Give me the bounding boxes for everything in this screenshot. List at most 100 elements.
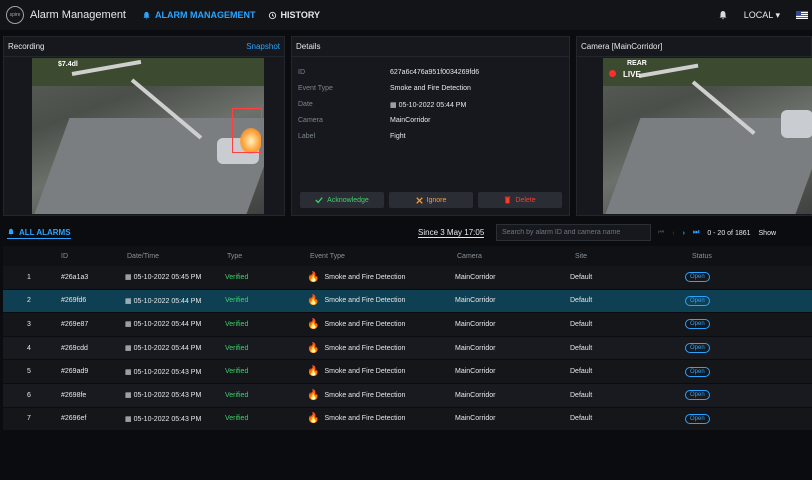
row-number: 5 bbox=[27, 368, 31, 376]
alarm-type: Verified bbox=[225, 415, 249, 423]
snapshot-link[interactable]: Snapshot bbox=[246, 42, 280, 51]
details-header: Details bbox=[292, 37, 569, 57]
fire-icon: 🔥 bbox=[307, 389, 320, 401]
table-row[interactable]: 3 #269e87 ▦ 05-10-2022 05:44 PM Verified 🔥 Sm… bbox=[3, 313, 812, 337]
col-site: Site bbox=[575, 252, 588, 260]
calendar-icon: ▦ bbox=[125, 321, 134, 329]
col-type: Type bbox=[227, 252, 243, 260]
details-panel: Details ID 627a6c476a951f0034269fd6 Even… bbox=[291, 36, 570, 216]
recording-panel: Recording Snapshot $7.4dl bbox=[3, 36, 285, 216]
table-row[interactable]: 5 #269ad9 ▦ 05-10-2022 05:43 PM Verified 🔥 Sm… bbox=[3, 360, 812, 384]
table-header: ID Date/Time Type Event Type Camera Site… bbox=[3, 246, 812, 266]
camera-title: Camera [MainCorridor] bbox=[581, 42, 663, 51]
calendar-icon: ▦ bbox=[125, 345, 134, 353]
next-page-icon[interactable]: › bbox=[683, 230, 685, 237]
nav-history[interactable]: HISTORY bbox=[268, 10, 321, 20]
bell-icon bbox=[143, 11, 150, 20]
nav-alarm-management[interactable]: ALARM MANAGEMENT bbox=[142, 10, 256, 20]
table-row[interactable]: 4 #269cdd ▦ 05-10-2022 05:44 PM Verified 🔥 Sm… bbox=[3, 336, 812, 361]
show-per-page[interactable]: Show bbox=[759, 230, 777, 237]
bell-icon bbox=[8, 228, 14, 236]
detection-box bbox=[232, 108, 262, 153]
col-event-type: Event Type bbox=[310, 252, 345, 260]
alarms-table: ID Date/Time Type Event Type Camera Site… bbox=[3, 246, 812, 432]
camera-scene: REAR LIVE bbox=[603, 58, 812, 214]
col-id: ID bbox=[61, 252, 68, 260]
nav-history-label: HISTORY bbox=[280, 10, 321, 20]
pagination: ⏮ ‹ › ⏭ 0 - 20 of 1861 Show bbox=[658, 229, 784, 237]
alarm-camera: MainCorridor bbox=[455, 297, 496, 305]
alarm-type: Verified bbox=[225, 344, 249, 352]
fire-icon: 🔥 bbox=[307, 271, 320, 283]
status-badge[interactable]: Open bbox=[685, 413, 710, 424]
alarm-event: 🔥 Smoke and Fire Detection bbox=[307, 271, 406, 283]
alarm-site: Default bbox=[570, 415, 593, 423]
alarm-event: 🔥 Smoke and Fire Detection bbox=[307, 342, 406, 354]
alarm-camera: MainCorridor bbox=[455, 415, 496, 423]
fire-icon: 🔥 bbox=[307, 342, 320, 354]
alarm-event: 🔥 Smoke and Fire Detection bbox=[307, 295, 406, 307]
status-badge[interactable]: Open bbox=[685, 390, 710, 401]
row-number: 7 bbox=[27, 415, 31, 423]
nav-alarm-management-label: ALARM MANAGEMENT bbox=[155, 10, 256, 20]
alarm-id: #2696ef bbox=[61, 415, 87, 423]
since-filter[interactable]: Since 3 May 17:05 bbox=[418, 228, 485, 238]
alarm-search-input[interactable] bbox=[496, 224, 651, 241]
alarms-toolbar: ALL ALARMS Since 3 May 17:05 ⏮ ‹ › ⏭ 0 -… bbox=[3, 223, 812, 243]
notification-bell-icon[interactable] bbox=[718, 10, 728, 20]
alarm-datetime: ▦ 05-10-2022 05:43 PM bbox=[125, 392, 202, 400]
alarm-camera: MainCorridor bbox=[455, 344, 496, 352]
car bbox=[781, 110, 812, 138]
alarm-type: Verified bbox=[225, 320, 249, 328]
alarm-camera: MainCorridor bbox=[455, 368, 496, 376]
trash-icon bbox=[505, 196, 511, 204]
prev-page-icon[interactable]: ‹ bbox=[672, 230, 674, 237]
details-title: Details bbox=[296, 42, 321, 51]
alarm-event: 🔥 Smoke and Fire Detection bbox=[307, 389, 406, 401]
calendar-icon: ▦ bbox=[125, 415, 134, 423]
recording-video[interactable]: $7.4dl bbox=[32, 58, 264, 214]
ignore-button[interactable]: Ignore bbox=[389, 192, 473, 208]
tab-all-alarms[interactable]: ALL ALARMS bbox=[7, 228, 71, 239]
table-row[interactable]: 1 #26a1a3 ▦ 05-10-2022 05:45 PM Verified 🔥 Sm… bbox=[3, 266, 812, 290]
pagination-range: 0 - 20 of 1861 bbox=[707, 229, 751, 237]
status-badge[interactable]: Open bbox=[685, 343, 710, 354]
status-badge[interactable]: Open bbox=[685, 295, 710, 306]
delete-button[interactable]: Delete bbox=[478, 192, 562, 208]
main-nav: ALARM MANAGEMENT HISTORY bbox=[142, 10, 332, 20]
locale-dropdown[interactable]: LOCAL ▾ bbox=[744, 10, 780, 21]
acknowledge-button[interactable]: Acknowledge bbox=[300, 192, 384, 208]
alarm-site: Default bbox=[570, 320, 593, 328]
camera-overlay-text: REAR bbox=[627, 60, 647, 67]
first-page-icon[interactable]: ⏮ bbox=[658, 229, 664, 237]
status-badge[interactable]: Open bbox=[685, 319, 710, 330]
table-row[interactable]: 2 #269fd6 ▦ 05-10-2022 05:44 PM Verified 🔥 Sm… bbox=[3, 289, 812, 314]
status-badge[interactable]: Open bbox=[685, 366, 710, 377]
alarm-event: 🔥 Smoke and Fire Detection bbox=[307, 318, 406, 330]
alarm-site: Default bbox=[570, 273, 593, 281]
alarm-site: Default bbox=[570, 344, 593, 352]
alarm-id: #269fd6 bbox=[61, 297, 87, 305]
alarm-datetime: ▦ 05-10-2022 05:44 PM bbox=[125, 297, 202, 305]
alarm-event: 🔥 Smoke and Fire Detection bbox=[307, 366, 406, 378]
camera-live-video[interactable]: REAR LIVE bbox=[603, 58, 812, 214]
calendar-icon: ▦ bbox=[390, 102, 399, 109]
col-datetime: Date/Time bbox=[127, 252, 160, 260]
us-flag-icon[interactable] bbox=[796, 11, 808, 19]
calendar-icon: ▦ bbox=[125, 392, 134, 400]
table-row[interactable]: 6 #2698fe ▦ 05-10-2022 05:43 PM Verified 🔥 Sm… bbox=[3, 383, 812, 408]
alarm-id: #2698fe bbox=[61, 391, 87, 399]
alarm-datetime: ▦ 05-10-2022 05:44 PM bbox=[125, 321, 202, 329]
top-bar: spire Alarm Management ALARM MANAGEMENT … bbox=[0, 0, 812, 30]
col-camera: Camera bbox=[457, 252, 482, 260]
alarm-id: #26a1a3 bbox=[61, 273, 89, 281]
status-badge[interactable]: Open bbox=[685, 272, 710, 283]
camera-panel: Camera [MainCorridor] REAR LIVE bbox=[576, 36, 812, 216]
calendar-icon: ▦ bbox=[125, 274, 134, 282]
fire-icon: 🔥 bbox=[307, 366, 320, 378]
last-page-icon[interactable]: ⏭ bbox=[693, 229, 699, 237]
alarm-datetime: ▦ 05-10-2022 05:43 PM bbox=[125, 415, 202, 423]
app-logo: spire bbox=[6, 6, 24, 24]
col-status: Status bbox=[692, 252, 712, 260]
table-row[interactable]: 7 #2696ef ▦ 05-10-2022 05:43 PM Verified 🔥 Sm… bbox=[3, 407, 812, 432]
